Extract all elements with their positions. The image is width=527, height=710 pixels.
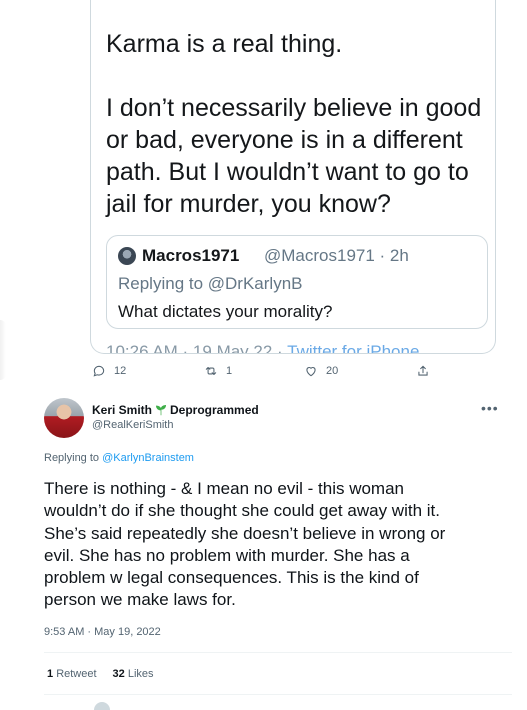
inner-tweet-text: What dictates your morality? bbox=[118, 302, 333, 321]
inner-replying-to: Replying to @DrKarlynB bbox=[118, 274, 303, 293]
inner-author-name: Macros1971 bbox=[142, 246, 240, 265]
reply-count: 12 bbox=[114, 365, 127, 377]
replying-prefix: Replying to bbox=[44, 452, 100, 464]
share-icon bbox=[418, 365, 428, 376]
quoted-text-line: or bad, everyone is in a different bbox=[106, 126, 463, 154]
tweet-body-line: evil. She has no problem with murder. Sh… bbox=[44, 546, 410, 565]
reply-action[interactable]: 12 bbox=[92, 364, 126, 378]
likes-stat-label: Likes bbox=[127, 668, 154, 680]
replying-mention-link[interactable]: @KarlynBrainstem bbox=[102, 452, 194, 464]
like-count: 20 bbox=[326, 365, 339, 377]
tweet-body-line: problem w legal consequences. This is th… bbox=[44, 568, 419, 587]
avatar[interactable] bbox=[44, 398, 84, 438]
retweets-stat[interactable]: 1 Retweet bbox=[47, 668, 97, 680]
seedling-icon bbox=[155, 404, 167, 416]
quoted-text-line: path. But I wouldn’t want to go to bbox=[106, 158, 469, 186]
divider bbox=[44, 652, 512, 653]
author-display-name: Keri Smith bbox=[92, 403, 153, 417]
retweets-stat-count: 1 bbox=[47, 668, 54, 680]
avatar bbox=[118, 247, 136, 265]
quoted-meta-cutoff: 10:26 AM · 19 May 22 · Twitter for iPhon… bbox=[106, 341, 419, 353]
retweet-action[interactable]: 1 bbox=[204, 364, 232, 378]
author-name[interactable]: Keri Smith Deprogrammed bbox=[92, 403, 259, 417]
likes-stat-count: 32 bbox=[112, 668, 125, 680]
side-shadow bbox=[0, 320, 6, 380]
quoted-meta-source: Twitter for iPhone bbox=[287, 342, 420, 353]
share-action[interactable] bbox=[416, 364, 430, 378]
heart-icon bbox=[306, 367, 316, 377]
tweet-body-line: There is nothing - & I mean no evil - th… bbox=[44, 479, 404, 498]
tweet-body-line: wouldn’t do if she thought she could get… bbox=[44, 501, 440, 520]
retweet-count: 1 bbox=[226, 365, 233, 377]
tweet-body-line: person we make laws for. bbox=[44, 590, 236, 609]
quoted-meta-time: 10:26 AM · 19 May 22 · bbox=[106, 342, 283, 353]
author-badge-text: Deprogrammed bbox=[170, 403, 259, 417]
tweet-timestamp[interactable]: 9:53 AM · May 19, 2022 bbox=[44, 626, 161, 638]
retweet-icon bbox=[205, 366, 217, 376]
quoted-tweet-screenshot[interactable]: Karma is a real thing. I don’t necessari… bbox=[90, 0, 496, 354]
quoted-text-line: jail for murder, you know? bbox=[106, 190, 391, 218]
comment-icon bbox=[93, 365, 105, 377]
likes-stat[interactable]: 32 Likes bbox=[113, 668, 154, 680]
divider bbox=[44, 694, 512, 695]
like-action[interactable]: 20 bbox=[304, 364, 338, 378]
replying-to: Replying to @KarlynBrainstem bbox=[44, 452, 194, 464]
tweet-body-line: She’s said repeatedly she doesn’t believ… bbox=[44, 524, 446, 543]
next-avatar bbox=[94, 702, 110, 710]
quoted-text-line: Karma is a real thing. bbox=[106, 30, 343, 58]
inner-author-handle: @Macros1971 · 2h bbox=[264, 246, 409, 265]
quoted-text-line: I don’t necessarily believe in good bbox=[106, 94, 482, 122]
engagement-stats: 1 Retweet 32 Likes bbox=[47, 668, 154, 680]
more-icon[interactable]: ••• bbox=[481, 400, 499, 416]
inner-quoted-tweet[interactable]: Macros1971 @Macros1971 · 2h Replying to … bbox=[106, 235, 488, 329]
author-handle[interactable]: @RealKeriSmith bbox=[92, 419, 173, 431]
retweets-stat-label: Retweet bbox=[56, 668, 97, 680]
